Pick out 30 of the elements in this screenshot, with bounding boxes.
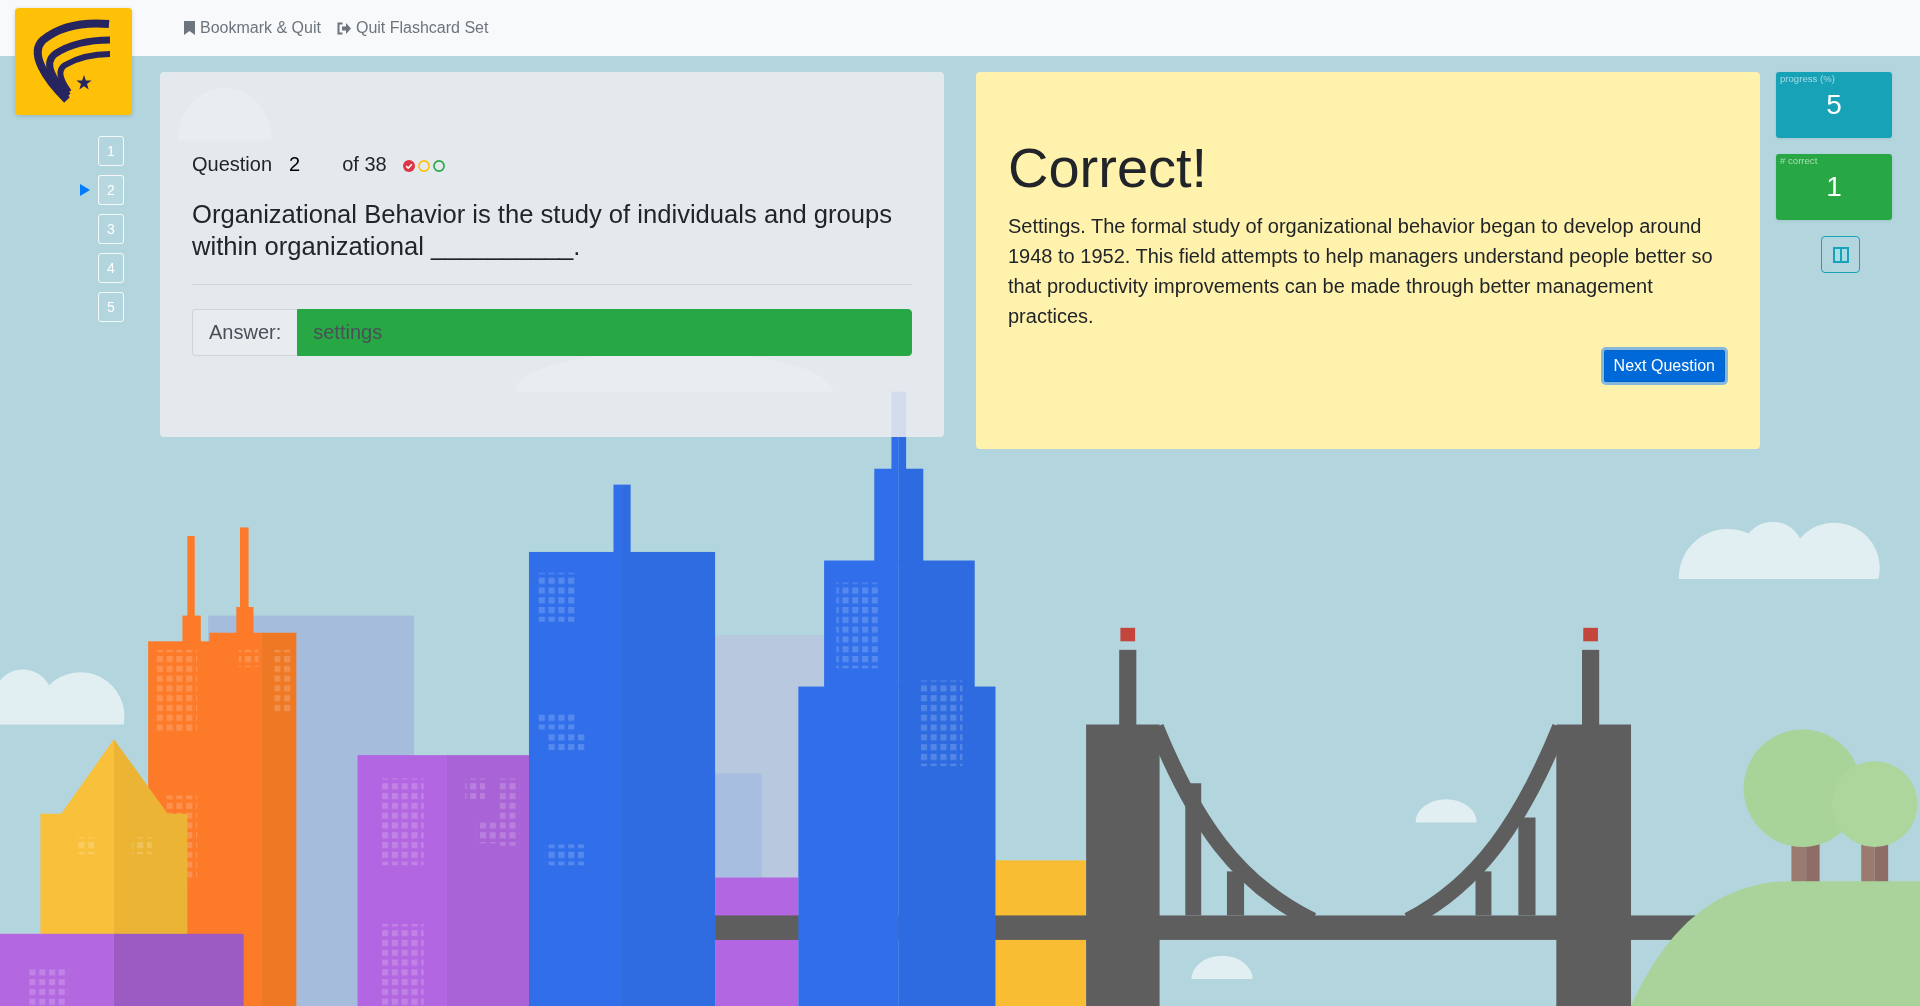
question-nav-item[interactable]: 2 <box>98 175 124 205</box>
stat-label: # correct <box>1779 154 1819 167</box>
result-title: Correct! <box>1008 135 1209 201</box>
logo-icon[interactable] <box>15 8 132 115</box>
nav-link[interactable]: Quit Flashcard Set <box>336 19 489 37</box>
stat-label: progress (%) <box>1779 72 1836 85</box>
next-question-button[interactable]: Next Question <box>1600 347 1728 385</box>
answer-label: Answer: <box>192 309 298 356</box>
stat-value: 5 <box>1825 88 1843 122</box>
nav-link[interactable]: Bookmark & Quit <box>184 19 321 37</box>
exit-icon <box>336 21 351 35</box>
check-circle-icon[interactable] <box>402 159 415 172</box>
bookmark-icon <box>184 21 195 35</box>
question-nav-item[interactable]: 1 <box>98 136 124 166</box>
stat-value: 1 <box>1825 170 1843 204</box>
pointer-icon <box>80 184 90 196</box>
explanation-text: Settings. The formal study of organizational behavior began to develop around 1948 to 1952. This field attempts to help managers understand people better so that productivity improvements can be made through better management practices. <box>1008 214 1714 329</box>
question-text: Organizational Behavior is the study of individuals and groups within organizational __________. <box>192 199 893 262</box>
question-label: Question <box>192 152 273 176</box>
cloud <box>1191 955 1253 980</box>
cloud <box>1415 799 1477 823</box>
layout-toggle-button[interactable] <box>1821 236 1860 273</box>
question-nav-item[interactable]: 4 <box>98 253 124 283</box>
answer-field[interactable]: settings <box>297 309 912 356</box>
question-number: 2 <box>289 152 301 176</box>
question-nav-item[interactable]: 3 <box>98 214 124 244</box>
question-total: of 38 <box>342 152 387 176</box>
columns-icon <box>1832 246 1849 263</box>
question-nav-item[interactable]: 5 <box>98 292 124 322</box>
ring-icon[interactable] <box>432 159 445 172</box>
